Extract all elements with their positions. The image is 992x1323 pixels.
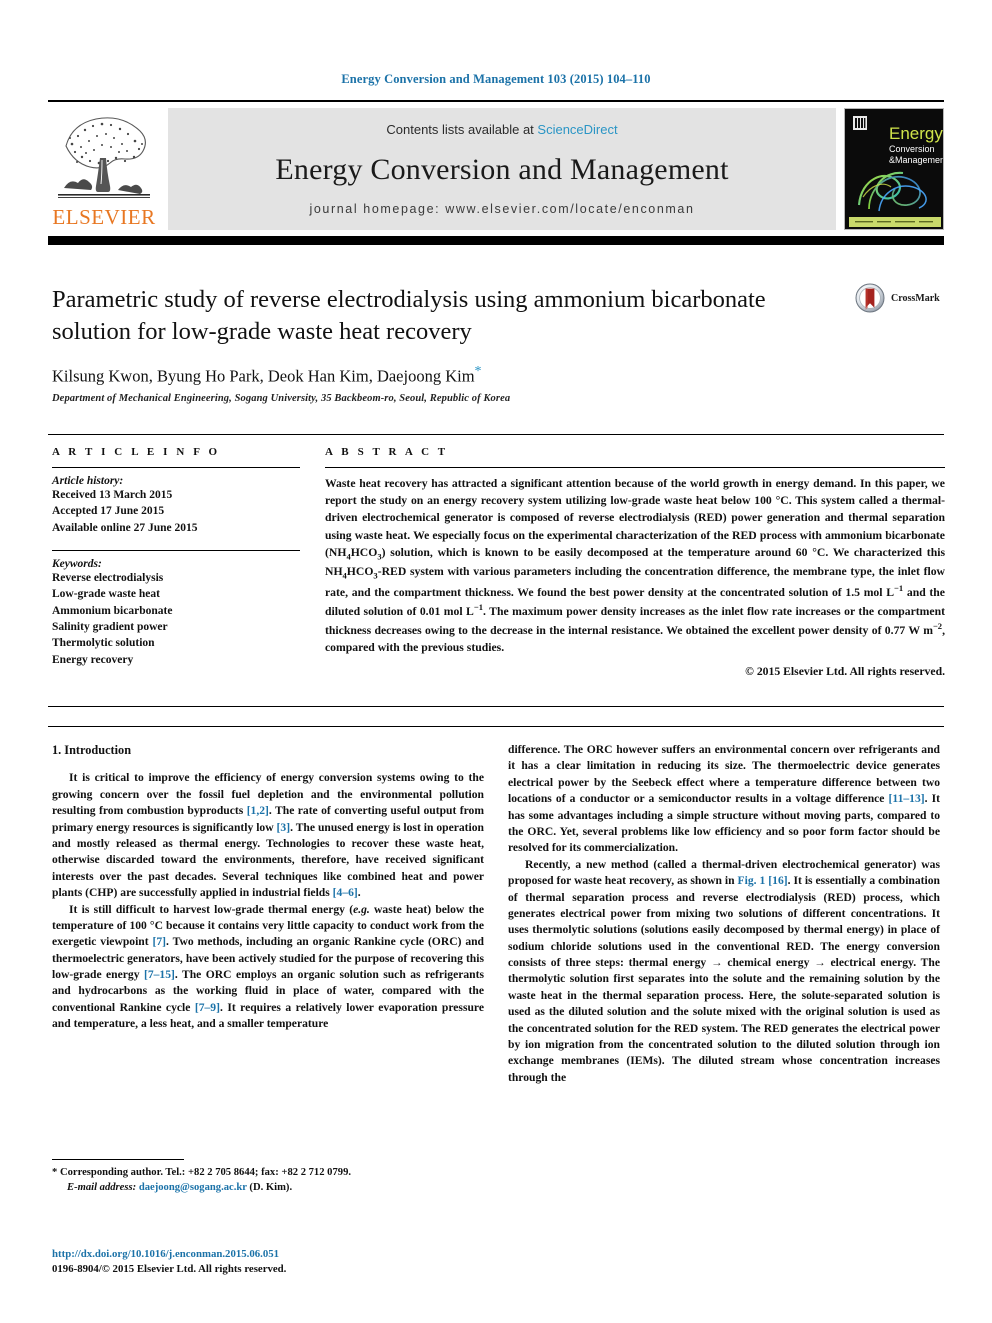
keyword-item: Energy recovery [52, 653, 134, 666]
paragraph-text: difference. The ORC however suffers an e… [508, 743, 940, 806]
journal-masthead: ELSEVIER Contents lists available at Sci… [48, 100, 944, 230]
footnote-corresponding: Corresponding author. Tel.: +82 2 705 86… [57, 1167, 352, 1178]
abstract-bottom-rule [48, 706, 944, 707]
keywords-divider [52, 549, 300, 551]
keyword-item: Reverse electrodialysis [52, 571, 164, 584]
keyword-item: Salinity gradient power [52, 620, 168, 633]
body-right-column: difference. The ORC however suffers an e… [508, 742, 940, 1086]
citation-ref[interactable]: [11–13] [889, 792, 925, 805]
author-names: Kilsung Kwon, Byung Ho Park, Deok Han Ki… [52, 366, 475, 386]
body-paragraph: Recently, a new method (called a thermal… [508, 857, 940, 1086]
elsevier-logo: ELSEVIER [48, 108, 160, 230]
running-head: Energy Conversion and Management 103 (20… [341, 72, 651, 86]
body-top-rule [48, 726, 944, 727]
article-info-column: A R T I C L E I N F O Article history: R… [52, 446, 300, 668]
svg-text:Conversion: Conversion [889, 144, 935, 154]
footnote-block: * Corresponding author. Tel.: +82 2 705 … [52, 1165, 484, 1196]
email-address-label: E-mail address: [67, 1182, 137, 1194]
abstract-part: HCO [350, 545, 378, 559]
keyword-item: Thermolytic solution [52, 637, 155, 650]
citation-ref[interactable]: [7–15] [144, 968, 175, 981]
contents-available-line: Contents lists available at ScienceDirec… [386, 122, 617, 137]
article-history-item: Available online 27 June 2015 [52, 521, 198, 534]
page-title: Parametric study of reverse electrodialy… [52, 286, 766, 345]
doi-link[interactable]: http://dx.doi.org/10.1016/j.enconman.201… [52, 1247, 492, 1262]
abstract-sup: −1 [473, 601, 483, 612]
journal-homepage-link[interactable]: journal homepage: www.elsevier.com/locat… [309, 202, 694, 216]
figure-ref[interactable]: Fig. 1 [738, 874, 766, 887]
paragraph-text: It is still difficult to harvest low-gra… [69, 902, 354, 916]
body-paragraph: It is still difficult to harvest low-gra… [52, 902, 484, 1033]
citation-ref[interactable]: [1,2] [247, 804, 269, 817]
footer-block: http://dx.doi.org/10.1016/j.enconman.201… [52, 1247, 492, 1278]
article-info-heading: A R T I C L E I N F O [52, 446, 221, 458]
abstract-divider [325, 467, 945, 468]
journal-title: Energy Conversion and Management [275, 152, 729, 186]
citation-ref[interactable]: [7–9] [195, 1001, 220, 1014]
svg-text:Energy: Energy [889, 124, 943, 143]
paper-page: Energy Conversion and Management 103 (20… [0, 0, 992, 1323]
keywords-block: Keywords: Reverse electrodialysis Low-gr… [52, 549, 300, 668]
author-list: Kilsung Kwon, Byung Ho Park, Deok Han Ki… [52, 364, 812, 387]
keyword-item: Ammonium bicarbonate [52, 604, 173, 617]
email-link[interactable]: daejoong@sogang.ac.kr [139, 1182, 247, 1193]
svg-text:&Management: &Management [889, 155, 944, 165]
abstract-sup: −2 [932, 620, 943, 631]
abstract-text: Waste heat recovery has attracted a sign… [325, 475, 945, 656]
title-block: Parametric study of reverse electrodialy… [52, 284, 812, 404]
corresponding-author-marker: * [474, 363, 482, 379]
elsevier-wordmark: ELSEVIER [52, 205, 156, 229]
keywords-label: Keywords: [52, 557, 102, 570]
paragraph-text: . It is essentially a combination of the… [508, 874, 940, 1084]
citation-ref[interactable]: [7] [153, 935, 167, 948]
crossmark-label: CrossMark [891, 292, 940, 304]
issn-copyright-line: 0196-8904/© 2015 Elsevier Ltd. All right… [52, 1263, 287, 1276]
abstract-part: -RED system with various parameters incl… [325, 564, 945, 599]
paragraph-text: . [357, 886, 361, 900]
affiliation: Department of Mechanical Engineering, So… [52, 393, 511, 405]
body-paragraph: It is critical to improve the efficiency… [52, 770, 484, 901]
article-history-label: Article history: [52, 475, 124, 487]
crossmark-badge[interactable]: CrossMark [855, 283, 940, 313]
abstract-top-rule [48, 434, 944, 435]
body-paragraph: difference. The ORC however suffers an e… [508, 742, 940, 857]
footnote-rule [52, 1159, 184, 1161]
copyright-line: © 2015 Elsevier Ltd. All rights reserved… [745, 665, 945, 679]
article-info-divider [52, 467, 300, 468]
journal-cover-thumbnail: Energy Conversion &Management [844, 108, 944, 230]
masthead-center-panel: Contents lists available at ScienceDirec… [168, 108, 836, 230]
article-history-item: Received 13 March 2015 [52, 489, 173, 501]
citation-ref[interactable]: [3] [277, 821, 291, 834]
sciencedirect-link[interactable]: ScienceDirect [537, 122, 617, 137]
citation-ref[interactable]: [16] [768, 874, 787, 887]
article-history-item: Accepted 17 June 2015 [52, 505, 165, 518]
citation-ref[interactable]: [4–6] [333, 886, 358, 899]
contents-prefix: Contents lists available at [386, 122, 538, 137]
abstract-sup: −1 [894, 582, 904, 593]
paragraph-emphasis: e.g. [353, 902, 370, 916]
crossmark-icon [855, 283, 885, 313]
email-suffix: (D. Kim). [246, 1182, 293, 1194]
footnote-email-line: E-mail address: daejoong@sogang.ac.kr (D… [52, 1180, 484, 1195]
elsevier-tree-icon [58, 117, 150, 198]
abstract-part: HCO [346, 564, 374, 578]
abstract-heading: A B S T R A C T [325, 446, 449, 458]
section-heading-introduction: 1. Introduction [52, 743, 132, 757]
keyword-item: Low-grade waste heat [52, 588, 160, 601]
abstract-column: A B S T R A C T Waste heat recovery has … [325, 446, 945, 678]
journal-cover-art: Energy Conversion &Management [845, 109, 944, 229]
body-left-column: 1. Introduction It is critical to improv… [52, 742, 484, 1033]
masthead-black-bar [48, 236, 944, 245]
